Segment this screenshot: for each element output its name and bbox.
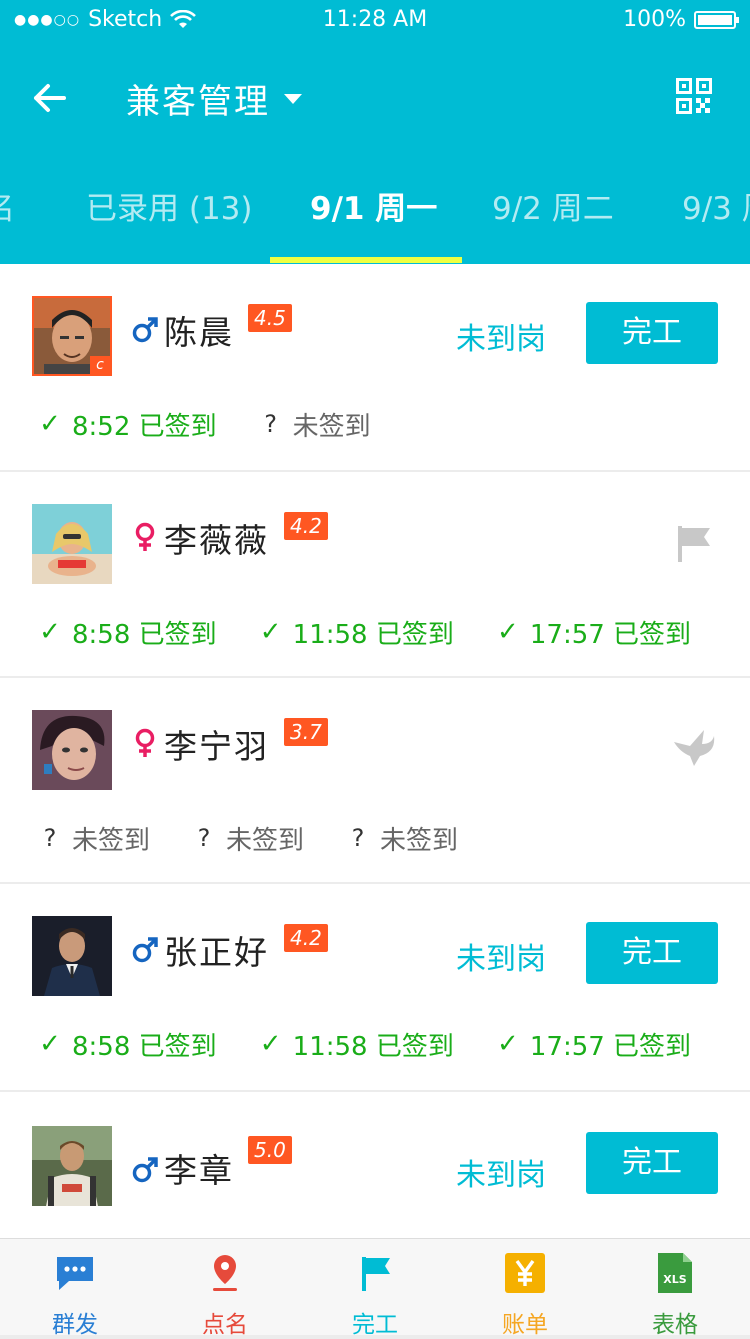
worker-card: 李宁羽 3.7 ? 未签到 ? 未签到 ? 未签到 [0, 678, 750, 882]
nav-roll-call[interactable]: 点名 [150, 1239, 300, 1338]
checkin-item: ✓ 11:58 已签到 [253, 612, 454, 652]
rating-badge: 5.0 [248, 1136, 292, 1164]
avatar-image [32, 504, 112, 584]
worker-name: 张正好 [164, 933, 269, 972]
check-icon: ✓ [496, 1029, 519, 1059]
checkin-item: ✓ 8:58 已签到 [32, 1024, 217, 1064]
checkin-item: ? 未签到 [340, 818, 458, 858]
female-icon [132, 522, 158, 552]
checkin-row: ✓ 8:58 已签到 ✓ 11:58 已签到 ✓ 17:57 已签到 [32, 1024, 727, 1064]
rating-badge: 4.2 [284, 512, 328, 540]
check-icon: ✓ [39, 409, 61, 439]
mark-absent-button[interactable]: 未到岗 [456, 934, 546, 978]
worker-card: 张正好 4.2 未到岗 完工 ✓ 8:58 已签到 ✓ 11:58 已签到 ✓ 17:… [0, 884, 750, 1090]
finish-work-button[interactable]: 完工 [586, 922, 718, 984]
bird-icon [672, 728, 716, 768]
tab-9-3[interactable]: 9/3 周 [682, 190, 750, 264]
checkin-row: ? 未签到 ? 未签到 ? 未签到 [32, 818, 494, 858]
status-bar: ●●●○○ Sketch 11:28 AM 100% [0, 0, 750, 40]
yen-icon [505, 1253, 545, 1293]
rating-badge: 3.7 [284, 718, 328, 746]
checkin-row: ✓ 8:52 已签到 ? 未签到 [32, 404, 407, 444]
qr-code-icon [676, 78, 712, 114]
tab-hired[interactable]: 已录用 (13) [86, 190, 253, 264]
flag-icon [676, 524, 712, 564]
chat-icon [57, 1257, 93, 1290]
avatar-image [32, 710, 112, 790]
nav-finish[interactable]: 完工 [300, 1239, 450, 1338]
avatar-image [32, 916, 112, 996]
question-icon: ? [197, 824, 211, 852]
check-icon: ✓ [496, 617, 519, 647]
male-icon [132, 1154, 158, 1184]
checkin-item: ✓ 8:58 已签到 [32, 612, 217, 652]
avatar-image [32, 1126, 112, 1206]
checkin-item: ? 未签到 [186, 818, 304, 858]
avatar-badge: c [90, 356, 110, 374]
nav-broadcast[interactable]: 群发 [0, 1239, 150, 1338]
mark-absent-button[interactable]: 未到岗 [456, 314, 546, 358]
checkin-item: ✓ 17:57 已签到 [490, 1024, 691, 1064]
title-dropdown[interactable]: 兼客管理 [126, 74, 302, 123]
worker-card: 李薇薇 4.2 ✓ 8:58 已签到 ✓ 11:58 已签到 ✓ 17:57 已签到 [0, 472, 750, 676]
battery-icon [694, 10, 739, 29]
worker-name: 李章 [164, 1151, 234, 1190]
checkin-item: ✓ 11:58 已签到 [253, 1024, 454, 1064]
question-icon: ? [43, 824, 57, 852]
flag-icon [362, 1257, 390, 1291]
worker-card: 李章 5.0 未到岗 完工 [0, 1092, 750, 1238]
checkin-item: ? 未签到 [32, 818, 150, 858]
check-icon: ✓ [259, 617, 282, 647]
bottom-nav: 群发 点名 完工 账单 XLS 表格 [0, 1238, 750, 1338]
avatar[interactable] [32, 710, 112, 790]
rating-badge: 4.5 [248, 304, 292, 332]
finish-work-button[interactable]: 完工 [586, 302, 718, 364]
tab-9-1[interactable]: 9/1 周一 [310, 190, 437, 264]
back-button[interactable] [30, 78, 70, 118]
checkin-row: ✓ 8:58 已签到 ✓ 11:58 已签到 ✓ 17:57 已签到 [32, 612, 727, 652]
worker-name: 李宁羽 [164, 727, 269, 766]
rating-badge: 4.2 [284, 924, 328, 952]
male-icon [132, 314, 158, 344]
battery-percent: 100% [623, 7, 686, 32]
nav-spreadsheet[interactable]: XLS 表格 [600, 1239, 750, 1338]
app-header: 兼客管理 名 已录用 (13) 9/1 周一 9/2 周二 9/3 周 [0, 40, 750, 264]
tab-roll-call[interactable]: 名 [0, 190, 15, 264]
check-icon: ✓ [39, 617, 61, 647]
worker-name: 陈晨 [164, 313, 234, 352]
avatar[interactable] [32, 504, 112, 584]
active-tab-indicator [270, 257, 462, 263]
date-tabs: 名 已录用 (13) 9/1 周一 9/2 周二 9/3 周 [0, 190, 750, 264]
male-icon [132, 934, 158, 964]
question-icon: ? [264, 410, 278, 438]
worker-name: 李薇薇 [164, 521, 269, 560]
xls-icon: XLS [658, 1253, 692, 1293]
qr-code-button[interactable] [676, 78, 712, 114]
question-icon: ? [351, 824, 365, 852]
arrow-left-icon [34, 84, 66, 112]
mark-absent-button[interactable]: 未到岗 [456, 1150, 546, 1194]
location-pin-icon [213, 1255, 237, 1291]
page-title: 兼客管理 [126, 82, 270, 122]
tab-9-2[interactable]: 9/2 周二 [492, 190, 614, 264]
check-icon: ✓ [259, 1029, 282, 1059]
checkin-item: ✓ 8:52 已签到 [32, 404, 217, 444]
check-icon: ✓ [39, 1029, 61, 1059]
female-icon [132, 728, 158, 758]
avatar[interactable]: c [32, 296, 112, 376]
avatar[interactable] [32, 1126, 112, 1206]
avatar[interactable] [32, 916, 112, 996]
checkin-item: ✓ 17:57 已签到 [490, 612, 691, 652]
worker-card: c 陈晨 4.5 未到岗 完工 ✓ 8:52 已签到 ? 未签到 [0, 264, 750, 470]
checkin-item: ? 未签到 [253, 404, 370, 444]
finish-work-button[interactable]: 完工 [586, 1132, 718, 1194]
svg-text:XLS: XLS [663, 1273, 686, 1286]
chevron-down-icon [284, 93, 302, 104]
nav-bill[interactable]: 账单 [450, 1239, 600, 1338]
